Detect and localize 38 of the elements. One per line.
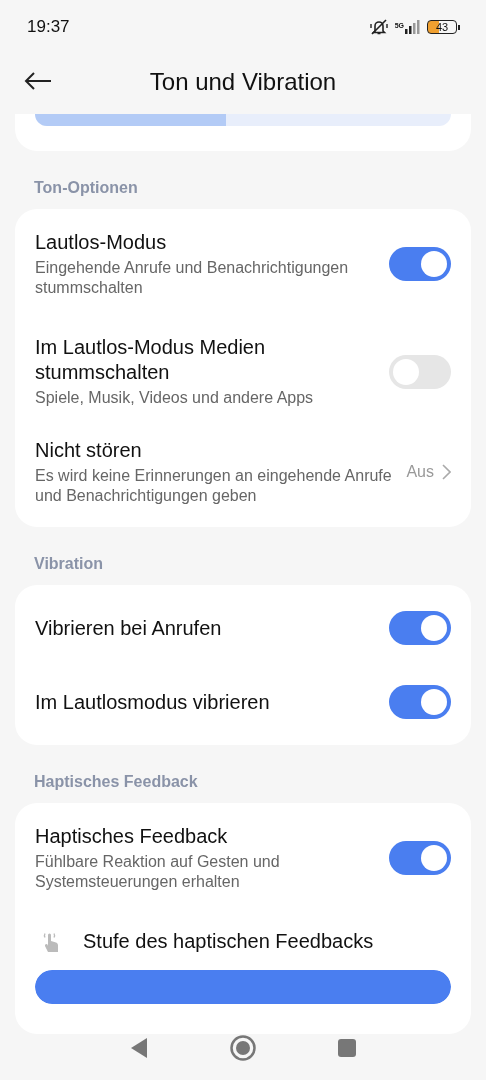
toggle-switch[interactable] — [389, 841, 451, 875]
settings-row[interactable]: Im Lautlosmodus vibrieren — [15, 665, 471, 739]
page-title: Ton und Vibration — [149, 68, 337, 96]
setting-title: Im Lautlosmodus vibrieren — [35, 689, 271, 715]
section-header: Haptisches Feedback — [33, 772, 199, 792]
recents-nav-button[interactable] — [337, 1038, 357, 1058]
toggle-switch[interactable] — [389, 354, 451, 389]
setting-description: Es wird keine Erinnerungen an eingehende Anrufe und Benachrichtigungen geben — [35, 466, 393, 506]
setting-description: Eingehende Anrufe und Benachrichtigungen stummschalten — [35, 258, 350, 298]
settings-row[interactable]: Haptisches Feedback Fühlbare Reaktion auf Gesten und Systemsteuerungen erhalten — [15, 809, 471, 907]
settings-row[interactable]: Nicht stören Es wird keine Erinnerungen an eingehende Anrufe und Benachrichtigungen geben Aus — [15, 423, 471, 521]
setting-title: Stufe des haptischen Feedbacks — [83, 929, 374, 954]
section-header: Vibration — [33, 554, 105, 574]
slider-track[interactable] — [35, 114, 451, 126]
toggle-switch[interactable] — [389, 685, 451, 719]
clock: 19:37 — [27, 17, 70, 37]
muted-bell-icon — [368, 18, 389, 36]
section-header: Ton-Optionen — [33, 178, 139, 198]
touch-hand-icon — [41, 930, 61, 953]
settings-row[interactable]: Lautlos-Modus Eingehende Anrufe und Benachrichtigungen stummschalten — [15, 215, 471, 313]
home-nav-button[interactable] — [229, 1034, 257, 1062]
setting-title: Vibrieren bei Anrufen — [35, 615, 223, 641]
settings-row[interactable]: Im Lautlos-Modus Medien stummschalten Spiele, Musik, Videos und andere Apps — [15, 313, 471, 423]
setting-description: Fühlbare Reaktion auf Gesten und Systemsteuerungen erhalten — [35, 852, 281, 892]
toggle-switch[interactable] — [389, 611, 451, 645]
back-nav-button[interactable] — [129, 1036, 149, 1060]
signal-icon — [405, 20, 421, 34]
chevron-right-icon — [442, 464, 451, 480]
back-arrow-icon — [23, 70, 53, 91]
setting-description: Spiele, Musik, Videos und andere Apps — [35, 388, 315, 408]
slider-fill[interactable] — [35, 970, 451, 1004]
settings-row[interactable]: Vibrieren bei Anrufen — [15, 591, 471, 665]
setting-title: Haptisches Feedback — [35, 824, 229, 849]
toggle-switch[interactable] — [389, 247, 451, 281]
setting-value: Aus — [406, 463, 434, 481]
setting-title: Lautlos-Modus — [35, 230, 168, 255]
setting-title: Nicht stören — [35, 438, 143, 463]
setting-title: Im Lautlos-Modus Medien stummschalten — [35, 335, 267, 385]
